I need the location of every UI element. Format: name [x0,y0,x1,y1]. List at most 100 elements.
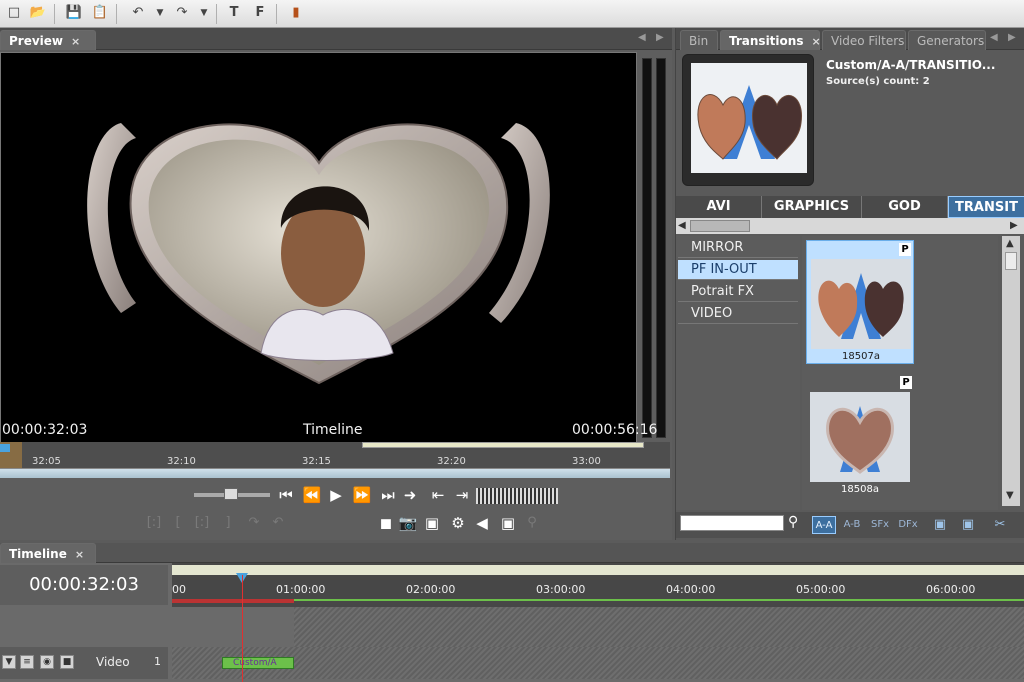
ruler-tick: 32:20 [437,456,466,467]
tab-transitions[interactable]: Transitions × [720,30,821,50]
timeline-work-area[interactable] [172,565,1024,575]
category-scrollbar[interactable]: ◀ ▶ [676,218,1024,234]
new-icon[interactable]: □ [4,4,24,22]
skip-forward-icon[interactable]: ⏭ [378,486,398,504]
transition-item[interactable]: P 18507a [806,240,914,364]
list-item-potrait-fx[interactable]: Potrait FX [678,282,798,302]
step-arrow-icon[interactable]: ➜ [400,486,420,504]
toolbar-separator [216,4,217,24]
snapshot-icon[interactable]: 📷 [398,514,418,532]
zoom-icon[interactable]: ⚲ [522,514,542,532]
undo-icon[interactable]: ↶ [128,4,148,22]
ruler-tick: 33:00 [572,456,601,467]
tab-timeline[interactable]: Timeline × [0,543,96,563]
jog-wheel[interactable] [476,488,558,504]
scroll-down-icon[interactable]: ▼ [1006,490,1014,501]
tab-generators[interactable]: Generators [908,30,986,50]
scroll-left-icon[interactable]: ◀ [678,220,686,231]
list-item-pf-in-out[interactable]: PF IN-OUT [678,260,798,280]
go-out-icon[interactable]: ] [218,514,238,532]
clip-range-icon[interactable]: [:] [192,514,212,532]
timeline-tick: 03:00:00 [536,583,586,596]
collapse-icon[interactable]: ▼ [2,655,16,669]
scroll-thumb[interactable] [690,220,750,232]
rewind-icon[interactable]: ⏪ [302,486,322,504]
monitor-icon[interactable]: ▣ [422,514,442,532]
expand-icon[interactable]: ≡ [20,655,34,669]
redo-icon[interactable]: ↷ [172,4,192,22]
scroll-right-icon[interactable]: ▶ [1010,220,1018,231]
shuttle-handle[interactable] [224,488,238,500]
video-preview [0,52,637,444]
list-item-video[interactable]: VIDEO [678,304,798,324]
tab-video-filters[interactable]: Video Filters [822,30,906,50]
set-in-icon[interactable]: [:] [144,514,164,532]
tab-timeline-label: Timeline [9,547,67,561]
mark-in-icon[interactable]: ⇤ [428,486,448,504]
new-window-icon[interactable]: ▣ [958,516,978,534]
timeline-clip[interactable]: Custom/A [222,657,294,669]
mark-out-icon[interactable]: ⇥ [452,486,472,504]
preview-scrollbar[interactable] [0,468,670,478]
tab-scroll-right-icon[interactable]: ▶ [1008,32,1016,43]
filter-dfx-button[interactable]: DFx [896,516,920,534]
save-icon[interactable]: 💾 [64,4,84,22]
filter-a-b-button[interactable]: A-B [840,516,864,534]
fast-forward-icon[interactable]: ⏩ [352,486,372,504]
scroll-thumb[interactable] [1005,252,1017,270]
safe-area-icon[interactable]: ▣ [498,514,518,532]
add-window-icon[interactable]: ▣ [930,516,950,534]
close-icon[interactable]: × [71,35,80,48]
match-frame-icon[interactable]: ◼ [376,514,396,532]
video-track[interactable]: Custom/A [172,647,1024,679]
transition-item[interactable]: P 18508a [806,374,914,498]
track-label: Video [96,655,130,669]
preview-tabbar: Preview × ◀ ▶ [0,28,672,50]
timeline-ruler[interactable]: 00 01:00:00 02:00:00 03:00:00 04:00:00 0… [172,563,1024,607]
overwrite-icon[interactable]: ↶ [268,514,288,532]
playhead-marker-icon[interactable] [0,444,10,452]
title-icon[interactable]: T [224,4,244,22]
save-as-icon[interactable]: 📋 [90,4,110,22]
scroll-up-icon[interactable]: ▲ [1006,238,1014,249]
undo-dropdown-icon[interactable]: ▼ [150,4,170,22]
track-number: 1 [154,655,161,668]
list-item-mirror[interactable]: MIRROR [678,238,798,258]
insert-icon[interactable]: ↷ [244,514,264,532]
audio-icon[interactable]: ◀ [472,514,492,532]
play-icon[interactable]: ▶ [326,486,346,504]
tab-scroll-left-icon[interactable]: ◀ [990,32,998,43]
timeline-panel: Timeline × 00:00:32:03 00 01:00:00 02:00:… [0,543,1024,682]
transitions-bottombar: ⚲ A-A A-B SFx DFx ▣ ▣ ✂ [676,512,1024,538]
tab-preview[interactable]: Preview × [0,30,96,50]
video-track-header: ▼ ≡ ◉ ■ Video 1 [0,647,168,679]
category-transit[interactable]: TRANSIT [948,196,1024,218]
grid-scrollbar[interactable]: ▲ ▼ [1002,236,1020,506]
range-marker[interactable] [362,442,644,448]
audio-meter-right [656,58,666,438]
filter-sfx-button[interactable]: SFx [868,516,892,534]
lock-icon[interactable]: ■ [60,655,74,669]
close-icon[interactable]: × [75,548,84,561]
search-icon[interactable]: ⚲ [788,514,798,530]
category-god[interactable]: GOD [862,196,948,218]
close-icon[interactable]: × [811,35,820,48]
open-icon[interactable]: 📂 [28,4,48,22]
skip-back-icon[interactable]: ⏮ [276,486,296,504]
effect-icon[interactable]: F [250,4,270,22]
settings-gear-icon[interactable]: ⚙ [448,514,468,532]
chart-icon[interactable]: ▮ [286,4,306,22]
redo-dropdown-icon[interactable]: ▼ [194,4,214,22]
filter-a-a-button[interactable]: A-A [812,516,836,534]
tab-scroll-left-icon[interactable]: ◀ [638,32,646,43]
category-avi[interactable]: AVI [676,196,762,218]
tab-bin[interactable]: Bin [680,30,718,50]
category-graphics[interactable]: GRAPHICS [762,196,862,218]
tab-scroll-right-icon[interactable]: ▶ [656,32,664,43]
search-input[interactable] [680,515,784,531]
go-in-icon[interactable]: [ [168,514,188,532]
preview-ruler[interactable]: 32:05 32:10 32:15 32:20 33:00 [0,442,670,478]
rendered-range-bar [172,599,294,603]
scissors-icon[interactable]: ✂ [990,516,1010,534]
visibility-eye-icon[interactable]: ◉ [40,655,54,669]
